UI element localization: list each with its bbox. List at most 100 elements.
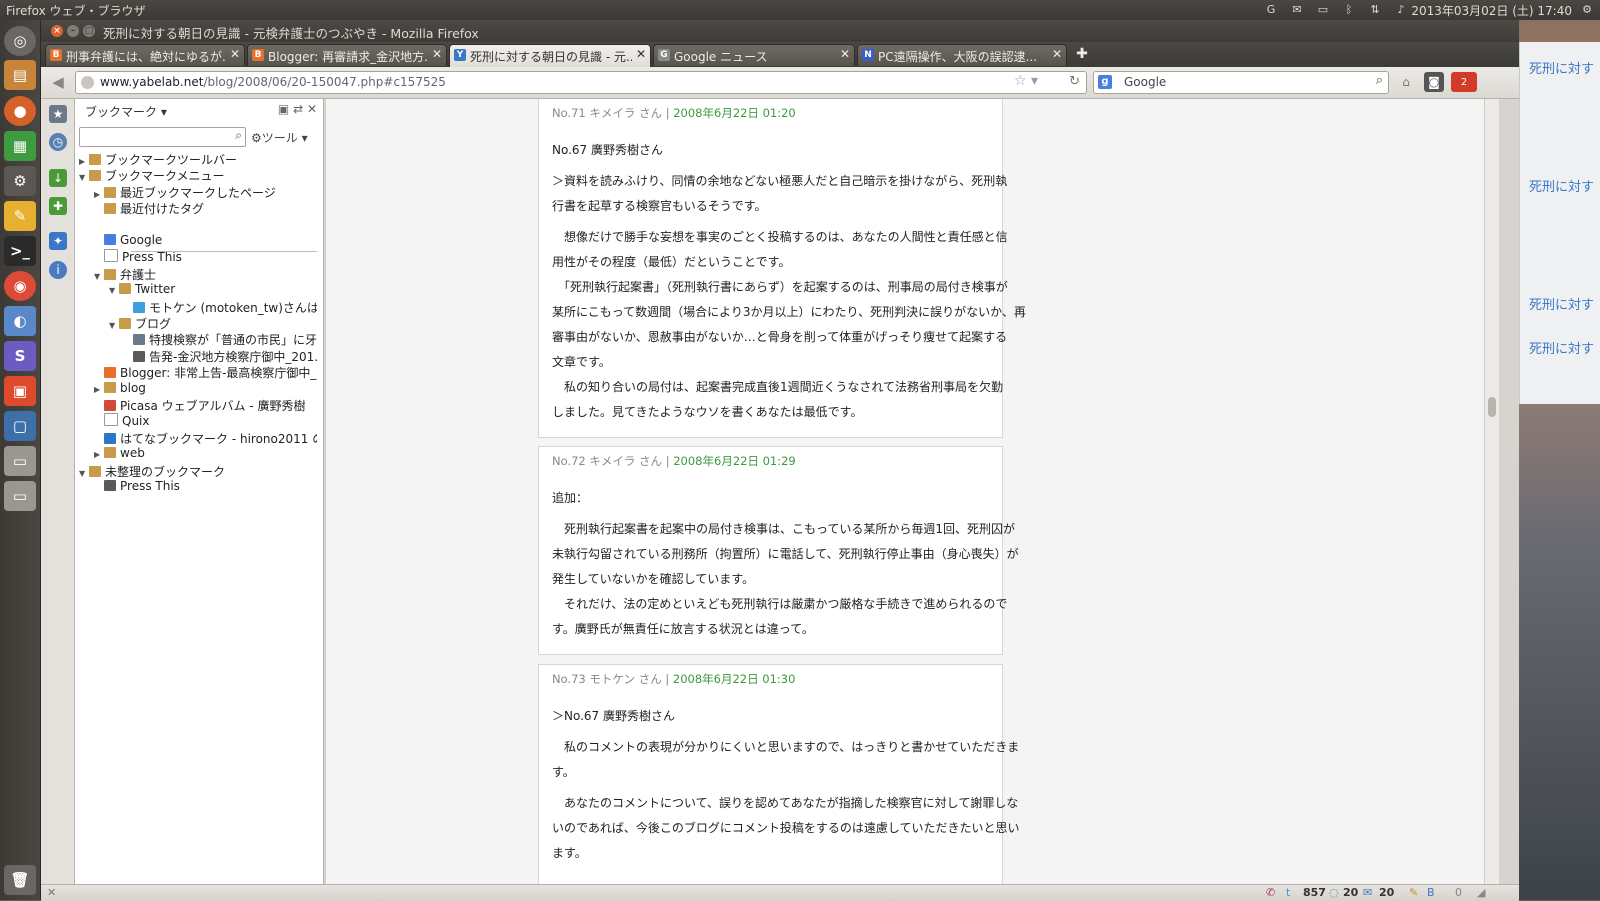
addon-icon[interactable]: ✆ bbox=[1266, 886, 1275, 899]
tab-active[interactable]: Y 死刑に対する朝日の見識 - 元... ✕ bbox=[449, 44, 651, 68]
search-icon[interactable]: ⌕ bbox=[1376, 73, 1383, 88]
network-icon[interactable]: ⇅ bbox=[1368, 3, 1382, 16]
drive-icon[interactable]: ▭ bbox=[4, 481, 36, 511]
collapse-arrow-icon[interactable]: ▶ bbox=[94, 385, 104, 394]
volume-icon[interactable]: ♪ bbox=[1394, 3, 1408, 16]
bookmark-item[interactable]: Press This bbox=[94, 479, 317, 495]
collapse-arrow-icon[interactable]: ▶ bbox=[94, 190, 104, 199]
resize-grip-icon[interactable]: ◢ bbox=[1477, 886, 1485, 899]
expand-arrow-icon[interactable]: ▼ bbox=[79, 469, 89, 478]
chrome-icon[interactable]: ◉ bbox=[4, 271, 36, 301]
close-tab-icon[interactable]: ✕ bbox=[636, 47, 646, 61]
extension-icon[interactable]: ✦ bbox=[49, 232, 67, 250]
home-icon[interactable]: ⌂ bbox=[1396, 72, 1416, 92]
tab[interactable]: B Blogger: 再審請求_金沢地方... ✕ bbox=[247, 44, 447, 66]
indicator-icon[interactable]: G bbox=[1264, 3, 1278, 16]
search-bar[interactable]: g Google ⌕ bbox=[1093, 71, 1389, 94]
mail-icon[interactable]: ✉ bbox=[1363, 886, 1372, 899]
bookmark-item[interactable]: 特捜検察が「普通の市民」に牙... bbox=[123, 331, 317, 347]
drive-icon[interactable]: ▭ bbox=[4, 446, 36, 476]
bookmark-item[interactable]: 最近付けたタグ bbox=[94, 200, 317, 216]
settings-icon[interactable]: ⚙ bbox=[4, 166, 36, 196]
bookmark-search-input[interactable]: ⌕ bbox=[79, 127, 246, 147]
comment-permalink-date[interactable]: 2008年6月22日 01:30 bbox=[673, 672, 796, 686]
bookmark-item[interactable]: ▼ 未整理のブックマーク bbox=[79, 463, 317, 479]
collapse-arrow-icon[interactable]: ▶ bbox=[79, 157, 89, 166]
tab[interactable]: N PC遠隔操作、大阪の誤認逮... ✕ bbox=[857, 44, 1067, 66]
battery-icon[interactable]: ▭ bbox=[1316, 3, 1330, 16]
terminal-icon[interactable]: >_ bbox=[4, 236, 36, 266]
addons-icon[interactable]: ✚ bbox=[49, 197, 67, 215]
scrollbar[interactable] bbox=[1484, 99, 1499, 884]
dash-icon[interactable]: ◎ bbox=[4, 26, 36, 56]
new-tab-button[interactable]: ✚ bbox=[1071, 45, 1093, 64]
window-app-icon[interactable]: ▢ bbox=[4, 411, 36, 441]
app-icon[interactable]: ▣ bbox=[4, 376, 36, 406]
bookmark-item[interactable]: ▼ ブログ bbox=[109, 315, 317, 331]
mail-notifier-icon[interactable]: 2 bbox=[1451, 72, 1477, 92]
home-folder-icon[interactable]: ▤ bbox=[4, 60, 36, 90]
tools-menu-button[interactable]: ⚙ツール ▾ bbox=[251, 129, 308, 146]
close-window-button[interactable]: × bbox=[51, 25, 63, 37]
url-bar[interactable]: www.yabelab.net/blog/2008/06/20-150047.p… bbox=[75, 71, 1087, 94]
close-tab-icon[interactable]: ✕ bbox=[1052, 47, 1062, 61]
minimize-window-button[interactable]: – bbox=[67, 25, 79, 37]
site-identity-icon[interactable] bbox=[81, 76, 94, 89]
firefox-icon[interactable]: ● bbox=[4, 96, 36, 126]
bookmark-star-icon[interactable]: ☆ ▾ bbox=[1014, 73, 1038, 89]
close-tab-icon[interactable]: ✕ bbox=[840, 47, 850, 61]
maximize-window-button[interactable]: □ bbox=[83, 25, 95, 37]
info-icon[interactable]: i bbox=[49, 261, 67, 279]
expand-arrow-icon[interactable]: ▼ bbox=[79, 173, 89, 182]
tab[interactable]: G Google ニュース ✕ bbox=[653, 44, 855, 66]
tab[interactable]: B 刑事弁護には、絶対にゆるが... ✕ bbox=[45, 44, 245, 66]
sidebar-header-icons[interactable]: ▣ ⇄ ✕ bbox=[278, 102, 317, 116]
bookmark-item[interactable]: Quix bbox=[94, 413, 317, 429]
bookmark-item[interactable]: ▶ 最近ブックマークしたページ bbox=[94, 184, 317, 200]
desktop-note-window[interactable]: 死刑に対す 死刑に対す 死刑に対す 死刑に対す bbox=[1519, 42, 1600, 404]
hatena-icon[interactable]: B bbox=[1427, 886, 1435, 899]
text-editor-icon[interactable]: ✎ bbox=[4, 201, 36, 231]
app-icon[interactable]: S bbox=[4, 341, 36, 371]
expand-arrow-icon[interactable]: ▼ bbox=[109, 286, 119, 295]
bookmark-item[interactable]: ▼ Twitter bbox=[109, 282, 317, 298]
trash-icon[interactable]: 🗑 bbox=[4, 865, 36, 895]
scrollbar-thumb[interactable] bbox=[1488, 397, 1496, 417]
bookmark-item[interactable]: 告発-金沢地方検察庁御中_201... bbox=[123, 348, 317, 364]
bookmark-item[interactable]: Google bbox=[94, 233, 317, 249]
search-icon[interactable]: ⌕ bbox=[235, 128, 242, 143]
close-addon-bar-icon[interactable]: ✕ bbox=[47, 886, 56, 899]
twitter-icon[interactable]: t bbox=[1286, 886, 1290, 899]
close-tab-icon[interactable]: ✕ bbox=[432, 47, 442, 61]
back-button[interactable]: ◀ bbox=[47, 73, 69, 93]
bluetooth-icon[interactable]: ᛒ bbox=[1342, 3, 1356, 16]
bookmark-item[interactable]: モトケン (motoken_tw)さんはT... bbox=[123, 299, 317, 315]
downloads-icon[interactable]: ↓ bbox=[49, 169, 67, 187]
history-icon[interactable]: ◷ bbox=[49, 133, 67, 151]
addon-icon[interactable]: ◙ bbox=[1424, 72, 1444, 92]
bookmark-item[interactable]: ▶ web bbox=[94, 446, 317, 462]
chat-icon[interactable]: ◌ bbox=[1329, 886, 1339, 899]
mail-icon[interactable]: ✉ bbox=[1290, 3, 1304, 16]
sidebar-title[interactable]: ブックマーク ▾ bbox=[85, 103, 167, 120]
notes-icon[interactable]: ✎ bbox=[1409, 886, 1418, 899]
bookmark-item[interactable]: ▼ 弁護士 bbox=[94, 266, 317, 282]
reload-icon[interactable]: ↻ bbox=[1069, 74, 1080, 89]
gear-icon[interactable]: ⚙ bbox=[1580, 3, 1594, 16]
spreadsheet-icon[interactable]: ▦ bbox=[4, 131, 36, 161]
expand-arrow-icon[interactable]: ▼ bbox=[109, 321, 119, 330]
comment-permalink-date[interactable]: 2008年6月22日 01:29 bbox=[673, 454, 796, 468]
bookmark-item[interactable]: ▶ ブックマークツールバー bbox=[79, 151, 317, 167]
clock[interactable]: 2013年03月02日 (土) 17:40 bbox=[1411, 2, 1572, 19]
search-engine-icon[interactable]: g bbox=[1098, 75, 1112, 89]
bookmark-item[interactable]: ▼ ブックマークメニュー bbox=[79, 167, 317, 183]
close-tab-icon[interactable]: ✕ bbox=[230, 47, 240, 61]
bookmark-item[interactable]: ▶ blog bbox=[94, 381, 317, 397]
collapse-arrow-icon[interactable]: ▶ bbox=[94, 450, 104, 459]
comment-permalink-date[interactable]: 2008年6月22日 01:20 bbox=[673, 106, 796, 120]
search-input[interactable]: Google bbox=[1124, 75, 1166, 89]
bookmark-item[interactable]: Picasa ウェブアルバム - 廣野秀樹 bbox=[94, 397, 317, 413]
bookmark-item[interactable]: はてなブックマーク - hirono2011 のブ... bbox=[94, 430, 317, 446]
browser-icon[interactable]: ◐ bbox=[4, 306, 36, 336]
expand-arrow-icon[interactable]: ▼ bbox=[94, 272, 104, 281]
